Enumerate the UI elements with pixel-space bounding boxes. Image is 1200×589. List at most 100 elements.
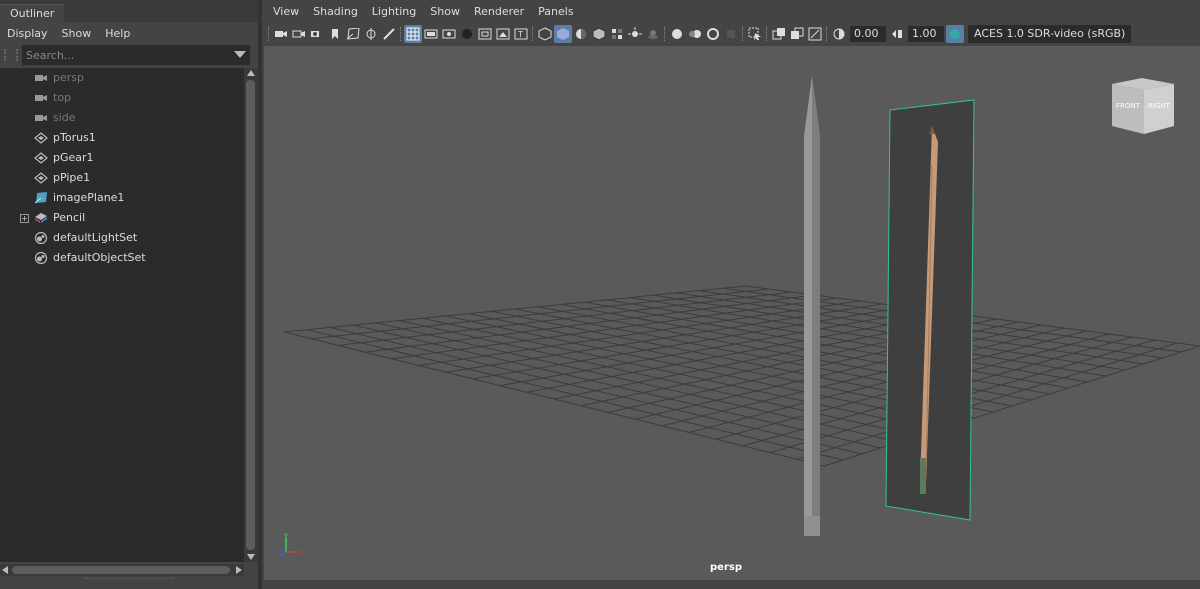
outliner-item-pgear1[interactable]: pGear1: [0, 148, 244, 168]
safe-title-icon[interactable]: T: [512, 25, 530, 43]
gamma-icon[interactable]: [888, 25, 906, 43]
menu-view[interactable]: View: [266, 5, 306, 18]
expand-icon[interactable]: +: [20, 214, 29, 223]
outliner-tree: persp top side pTorus1 pGear1 pPipe1 ima…: [0, 68, 244, 562]
grid-line: [796, 342, 1178, 460]
outliner-item-side[interactable]: side: [0, 108, 244, 128]
exposure-icon[interactable]: [830, 25, 848, 43]
menu-panels[interactable]: Panels: [531, 5, 580, 18]
menu-show[interactable]: Show: [55, 27, 99, 40]
grease-pencil-icon[interactable]: [380, 25, 398, 43]
outliner-item-pencil[interactable]: + Pencil: [0, 208, 244, 228]
xray-icon[interactable]: [770, 25, 788, 43]
menu-shading[interactable]: Shading: [306, 5, 365, 18]
scroll-up-icon[interactable]: [247, 70, 255, 76]
axis-x-label: x: [300, 548, 304, 556]
wireframe-icon[interactable]: [536, 25, 554, 43]
drag-grip-icon[interactable]: [0, 44, 22, 66]
horizontal-scrollbar[interactable]: [0, 564, 244, 576]
camera-attributes-icon[interactable]: [290, 25, 308, 43]
mesh-icon: [34, 172, 48, 184]
gate-mask-icon[interactable]: [458, 25, 476, 43]
menu-renderer[interactable]: Renderer: [467, 5, 531, 18]
view-cube[interactable]: FRONT RIGHT: [1110, 78, 1176, 138]
textured-icon[interactable]: [608, 25, 626, 43]
3d-viewport[interactable]: FRONT RIGHT y x z persp: [264, 46, 1200, 580]
viewport-panel: View Shading Lighting Show Renderer Pane…: [262, 0, 1200, 589]
resolution-gate-icon[interactable]: [440, 25, 458, 43]
exposure-field[interactable]: 0.00: [850, 26, 886, 42]
film-gate-icon[interactable]: [422, 25, 440, 43]
isolate-select-icon[interactable]: [746, 25, 764, 43]
outliner-panel: Outliner Display Show Help Search... per…: [0, 0, 258, 589]
image-plane-icon: [34, 192, 47, 204]
multisample-aa-icon[interactable]: [704, 25, 722, 43]
outliner-item-label: side: [53, 111, 76, 124]
field-chart-icon[interactable]: [476, 25, 494, 43]
outliner-item-label: imagePlane1: [53, 191, 125, 204]
smooth-shade-icon[interactable]: [554, 25, 572, 43]
screen-space-ao-icon[interactable]: [668, 25, 686, 43]
default-material-icon[interactable]: [572, 25, 590, 43]
shadows-icon[interactable]: [644, 25, 662, 43]
outliner-item-ptorus1[interactable]: pTorus1: [0, 128, 244, 148]
use-all-lights-icon[interactable]: [626, 25, 644, 43]
camera-name-label: persp: [710, 562, 742, 573]
viewcube-right-label[interactable]: RIGHT: [1148, 102, 1171, 110]
xray-components-icon[interactable]: [806, 25, 824, 43]
bookmark-icon[interactable]: [326, 25, 344, 43]
scene-canvas[interactable]: [264, 46, 1200, 580]
select-camera-icon[interactable]: [272, 25, 290, 43]
outliner-item-label: defaultObjectSet: [53, 251, 146, 264]
pencil-model: [804, 76, 820, 536]
search-input[interactable]: Search...: [22, 45, 250, 65]
outliner-menubar: Display Show Help: [0, 22, 258, 44]
scroll-right-icon[interactable]: [236, 566, 242, 574]
search-options-dropdown-icon[interactable]: [234, 51, 246, 58]
svg-text:T: T: [517, 30, 523, 39]
color-management-icon[interactable]: [946, 25, 964, 43]
2d-pan-zoom-icon[interactable]: [362, 25, 380, 43]
outliner-item-imageplane1[interactable]: imagePlane1: [0, 188, 244, 208]
outliner-item-ppipe1[interactable]: pPipe1: [0, 168, 244, 188]
outliner-item-defaultobjectset[interactable]: defaultObjectSet: [0, 248, 244, 268]
mesh-icon: [34, 152, 48, 164]
axis-z-label: z: [278, 549, 281, 556]
outliner-item-defaultlightset[interactable]: defaultLightSet: [0, 228, 244, 248]
grid-line: [823, 345, 1200, 467]
menu-help[interactable]: Help: [98, 27, 137, 40]
menu-display[interactable]: Display: [0, 27, 55, 40]
mesh-icon: [34, 132, 48, 144]
outliner-item-top[interactable]: top: [0, 88, 244, 108]
camera-icon: [35, 95, 47, 101]
outliner-tabbar: Outliner: [0, 0, 258, 22]
scroll-down-icon[interactable]: [247, 554, 255, 560]
scroll-left-icon[interactable]: [2, 566, 8, 574]
gamma-field[interactable]: 1.00: [908, 26, 944, 42]
set-icon: [34, 232, 48, 244]
tab-outliner[interactable]: Outliner: [0, 4, 64, 22]
outliner-item-label: pGear1: [53, 151, 94, 164]
image-plane-icon[interactable]: [344, 25, 362, 43]
vertical-scrollbar[interactable]: [244, 68, 258, 562]
outliner-item-label: pPipe1: [53, 171, 91, 184]
view-transform-field[interactable]: ACES 1.0 SDR-video (sRGB): [968, 25, 1132, 43]
menu-lighting[interactable]: Lighting: [365, 5, 423, 18]
outliner-item-label: defaultLightSet: [53, 231, 138, 244]
outliner-item-label: persp: [53, 71, 84, 84]
grid-icon[interactable]: [404, 25, 422, 43]
viewcube-front-label[interactable]: FRONT: [1116, 102, 1141, 110]
vertical-scroll-thumb[interactable]: [246, 80, 255, 550]
horizontal-scroll-thumb[interactable]: [12, 566, 230, 574]
wireframe-on-shaded-icon[interactable]: [590, 25, 608, 43]
xray-joints-icon[interactable]: [788, 25, 806, 43]
motion-blur-icon[interactable]: [686, 25, 704, 43]
safe-action-icon[interactable]: [494, 25, 512, 43]
depth-of-field-icon[interactable]: [722, 25, 740, 43]
group-icon: [35, 213, 47, 223]
camera-bookmarks-icon[interactable]: [308, 25, 326, 43]
resize-handle[interactable]: [84, 578, 174, 582]
outliner-item-persp[interactable]: persp: [0, 68, 244, 88]
menu-show[interactable]: Show: [423, 5, 467, 18]
search-placeholder: Search...: [26, 48, 75, 62]
